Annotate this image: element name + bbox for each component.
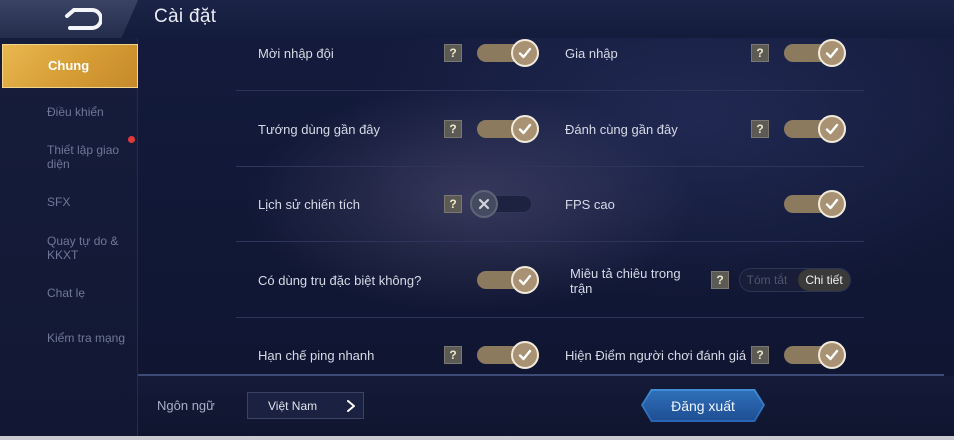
setting-label-recent-teammates: Đánh cùng gần đây <box>565 122 678 137</box>
check-icon <box>511 266 539 294</box>
help-button[interactable]: ? <box>711 271 729 289</box>
close-icon <box>470 190 498 218</box>
setting-label-skill-description: Miêu tả chiêu trong trận <box>570 266 681 296</box>
page-title: Cài đặt <box>154 6 217 27</box>
sidebar-item-label: Thiết lập giao diện <box>47 143 120 171</box>
question-icon: ? <box>449 122 457 136</box>
setting-label-invite-team: Mời nhập đội <box>258 46 334 61</box>
question-icon: ? <box>756 122 764 136</box>
sidebar-item-interface-settings[interactable]: Thiết lập giao diện <box>0 143 128 171</box>
bottom-border <box>0 436 954 440</box>
setting-label-high-fps: FPS cao <box>565 197 615 212</box>
sidebar-item-quick-chat[interactable]: Chat lẹ <box>0 286 138 300</box>
logout-button[interactable]: Đăng xuất <box>641 389 765 422</box>
toggle-special-tower[interactable] <box>477 266 539 294</box>
help-button[interactable]: ? <box>444 195 462 213</box>
row-divider <box>236 166 864 167</box>
check-icon <box>818 39 846 67</box>
option-summary[interactable]: Tóm tắt <box>740 269 794 291</box>
check-icon <box>818 190 846 218</box>
check-icon <box>511 341 539 369</box>
sidebar-item-label: Chat lẹ <box>47 286 86 300</box>
question-icon: ? <box>716 273 724 287</box>
question-icon: ? <box>449 46 457 60</box>
question-icon: ? <box>756 348 764 362</box>
sidebar-item-network-check[interactable]: Kiểm tra mạng <box>0 331 138 345</box>
check-icon <box>511 39 539 67</box>
sidebar-item-label: Điều khiển <box>47 105 104 119</box>
toggle-invite-team[interactable] <box>477 39 539 67</box>
row-divider <box>236 90 864 91</box>
option-detailed[interactable]: Chi tiết <box>798 269 850 291</box>
toggle-join[interactable] <box>784 39 846 67</box>
row-divider <box>236 317 864 318</box>
header-bar <box>0 0 954 38</box>
help-button[interactable]: ? <box>444 120 462 138</box>
language-value: Việt Nam <box>268 399 318 413</box>
check-icon <box>511 115 539 143</box>
setting-label-join: Gia nhập <box>565 46 618 61</box>
check-icon <box>818 115 846 143</box>
toggle-recent-teammates[interactable] <box>784 115 846 143</box>
question-icon: ? <box>756 46 764 60</box>
row-divider <box>236 241 864 242</box>
notification-badge <box>128 136 135 143</box>
sidebar-item-sfx[interactable]: SFX <box>0 195 138 209</box>
sidebar-item-controls[interactable]: Điều khiển <box>0 105 138 119</box>
setting-label-show-player-rating: Hiện Điểm người chơi đánh giá <box>565 348 747 363</box>
sidebar-item-general[interactable]: Chung <box>2 44 138 88</box>
sidebar-item-label: SFX <box>47 195 71 209</box>
help-button[interactable]: ? <box>444 44 462 62</box>
logout-label: Đăng xuất <box>671 397 735 414</box>
help-button[interactable]: ? <box>751 44 769 62</box>
back-arrow-icon <box>65 8 102 30</box>
language-label: Ngôn ngữ <box>157 398 215 413</box>
sidebar-item-free-camera[interactable]: Quay tự do & KKXT <box>0 234 126 262</box>
check-icon <box>818 341 846 369</box>
back-button[interactable] <box>0 0 138 38</box>
sidebar-item-label: Chung <box>48 58 90 73</box>
toggle-show-player-rating[interactable] <box>784 341 846 369</box>
help-button[interactable]: ? <box>444 346 462 364</box>
toggle-match-history[interactable] <box>470 190 532 218</box>
toggle-high-fps[interactable] <box>784 190 846 218</box>
setting-label-special-tower: Có dùng trụ đặc biệt không? <box>258 273 422 288</box>
chevron-right-icon <box>347 400 355 412</box>
help-button[interactable]: ? <box>751 120 769 138</box>
question-icon: ? <box>449 348 457 362</box>
skill-description-selector: Tóm tắt Chi tiết <box>739 268 851 292</box>
setting-label-limit-quick-ping: Hạn chế ping nhanh <box>258 348 375 363</box>
language-select[interactable]: Việt Nam <box>247 392 364 419</box>
sidebar-item-label: Quay tự do & KKXT <box>47 234 119 262</box>
setting-label-recent-heroes: Tướng dùng gần đây <box>258 122 381 137</box>
sidebar-item-label: Kiểm tra mạng <box>47 331 126 345</box>
toggle-recent-heroes[interactable] <box>477 115 539 143</box>
question-icon: ? <box>449 197 457 211</box>
footer-divider <box>138 374 944 376</box>
setting-label-match-history: Lịch sử chiến tích <box>258 197 360 212</box>
toggle-limit-quick-ping[interactable] <box>477 341 539 369</box>
help-button[interactable]: ? <box>751 346 769 364</box>
